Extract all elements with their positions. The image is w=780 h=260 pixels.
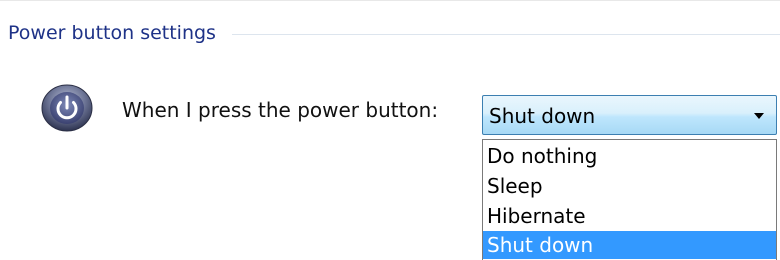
- power-button-action-dropdown[interactable]: Shut down: [482, 95, 777, 135]
- power-button-action-label: When I press the power button:: [122, 98, 439, 122]
- power-icon: [40, 84, 94, 132]
- section-header: Power button settings: [8, 18, 780, 48]
- dropdown-option-hibernate[interactable]: Hibernate: [483, 202, 776, 230]
- top-divider: [0, 0, 780, 1]
- dropdown-option-sleep[interactable]: Sleep: [483, 172, 776, 200]
- dropdown-option-do-nothing[interactable]: Do nothing: [483, 142, 776, 170]
- dropdown-option-shut-down[interactable]: Shut down: [483, 231, 776, 259]
- chevron-down-icon[interactable]: [754, 113, 764, 119]
- dropdown-options-list: Do nothing Sleep Hibernate Shut down: [482, 139, 777, 260]
- section-divider: [231, 33, 780, 35]
- dropdown-selected-value: Shut down: [489, 104, 596, 128]
- section-title: Power button settings: [8, 22, 216, 44]
